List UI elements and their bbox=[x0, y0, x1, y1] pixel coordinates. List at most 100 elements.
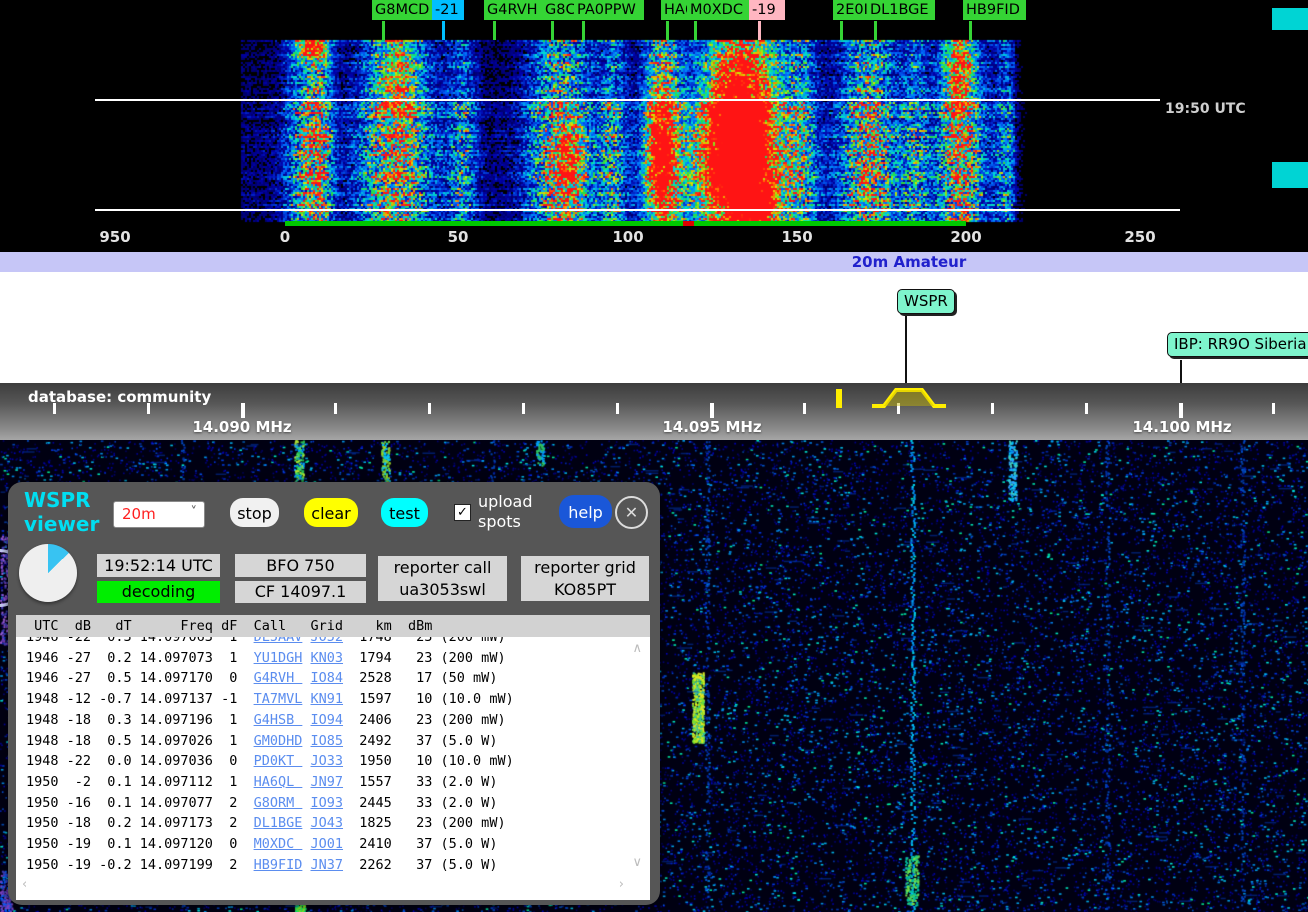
spot-row: 1946 -22 0.3 14.097063 1 DL5AAV JO52 174… bbox=[16, 637, 650, 648]
frequency-scale[interactable]: database: community 14.090 MHz14.095 MHz… bbox=[0, 383, 1308, 440]
chevron-down-icon: ˅ bbox=[191, 505, 198, 520]
spot-callsign-stem bbox=[442, 21, 445, 40]
spot-grid-link[interactable]: IO94 bbox=[311, 712, 344, 728]
frequency-tick bbox=[53, 403, 56, 414]
spot-callsign-stem bbox=[666, 21, 669, 40]
spot-grid-link[interactable]: IO85 bbox=[311, 733, 344, 749]
spot-call-link[interactable]: GM0DHD bbox=[254, 733, 303, 749]
spot-callsign-label[interactable]: G4RVH bbox=[484, 0, 542, 20]
spot-row: 1948 -18 0.3 14.097196 1 G4HSB IO94 2406… bbox=[16, 710, 650, 731]
spot-grid-link[interactable]: KN03 bbox=[311, 650, 344, 666]
spot-grid-link[interactable]: JO43 bbox=[311, 815, 344, 831]
band-label: 20m Amateur bbox=[852, 253, 967, 271]
scroll-right-icon[interactable]: › bbox=[619, 877, 624, 892]
frequency-tick bbox=[803, 403, 806, 414]
bfo-readout: BFO 750 bbox=[235, 554, 366, 577]
spot-call-link[interactable]: YU1DGH bbox=[254, 650, 303, 666]
hz-scale-label: 50 bbox=[448, 228, 469, 246]
hz-scale-label: 200 bbox=[950, 228, 981, 246]
spot-call-link[interactable]: HA6QL bbox=[254, 774, 303, 790]
ibp-bookmark-label[interactable]: IBP: RR9O Siberia bbox=[1167, 332, 1308, 357]
bookmark-tick[interactable] bbox=[836, 389, 842, 408]
scroll-up-icon[interactable]: ∧ bbox=[632, 641, 642, 656]
hz-scale-label: 0 bbox=[280, 228, 290, 246]
spot-callsign-label[interactable]: M0XDC bbox=[687, 0, 750, 20]
spot-callsign-label[interactable]: HA6 bbox=[661, 0, 690, 20]
frequency-tick bbox=[334, 403, 337, 414]
frequency-tick bbox=[147, 403, 150, 414]
spot-call-link[interactable]: G4HSB bbox=[254, 712, 303, 728]
close-icon[interactable]: ✕ bbox=[615, 496, 648, 529]
spot-callsign-label[interactable]: HB9FID bbox=[963, 0, 1026, 20]
spot-call-link[interactable]: G4RVH bbox=[254, 670, 303, 686]
spot-table: UTC dB dT Freq dF Call Grid km dBm 1946 … bbox=[16, 615, 650, 900]
spot-callsign-label[interactable]: G8MCD bbox=[372, 0, 435, 20]
band-select[interactable]: 20m ˅ bbox=[113, 501, 205, 528]
ibp-bookmark-stem bbox=[1180, 360, 1182, 383]
spot-call-link[interactable]: G8ORM bbox=[254, 795, 303, 811]
wspr-viewer-panel: WSPR viewer 20m ˅ stop clear test ✓ uplo… bbox=[8, 482, 660, 905]
spot-call-link[interactable]: M0XDC bbox=[254, 836, 303, 852]
kiwisdr-screen: G8MCD-21G4RVHG8CPA0PPWHA6M0XDC-192E0IDL1… bbox=[0, 0, 1308, 912]
spot-grid-link[interactable]: JO01 bbox=[311, 836, 344, 852]
spot-callsign-stem bbox=[969, 21, 972, 40]
right-edge-signal-block bbox=[1272, 162, 1308, 188]
spot-call-link[interactable]: DL1BGE bbox=[254, 815, 303, 831]
reporter-call-box: reporter call ua3053swl bbox=[378, 556, 507, 601]
panel-title-line1: WSPR bbox=[24, 488, 99, 512]
spot-grid-link[interactable]: KN91 bbox=[311, 691, 344, 707]
spot-grid-link[interactable]: JN37 bbox=[311, 857, 344, 873]
upload-spots-checkbox[interactable]: ✓ bbox=[454, 504, 471, 521]
panel-title: WSPR viewer bbox=[24, 488, 99, 536]
hz-scale-label: 250 bbox=[1124, 228, 1155, 246]
scroll-left-icon[interactable]: ‹ bbox=[22, 877, 27, 892]
wspr-decode-waterfall[interactable] bbox=[0, 0, 1308, 252]
spot-grid-link[interactable]: IO93 bbox=[311, 795, 344, 811]
spot-callsign-label[interactable]: DL1BGE bbox=[867, 0, 935, 20]
spot-call-link[interactable]: PD0KT bbox=[254, 753, 303, 769]
frequency-tick bbox=[991, 403, 994, 414]
spot-callsign-label[interactable]: PA0PPW bbox=[574, 0, 644, 20]
spot-call-link[interactable]: DL5AAV bbox=[254, 637, 303, 645]
spot-grid-link[interactable]: JO33 bbox=[311, 753, 344, 769]
decoding-status-badge: decoding bbox=[97, 581, 220, 603]
spot-grid-link[interactable]: JN97 bbox=[311, 774, 344, 790]
wspr-bookmark-label[interactable]: WSPR bbox=[897, 289, 955, 314]
reporter-grid-box: reporter grid KO85PT bbox=[521, 556, 649, 601]
utc-clock: 19:52:14 UTC bbox=[97, 554, 220, 577]
stop-button[interactable]: stop bbox=[230, 498, 279, 527]
passband-trapezoid[interactable] bbox=[866, 385, 956, 411]
frequency-tick bbox=[1085, 403, 1088, 414]
spot-callsign-stem bbox=[874, 21, 877, 40]
spot-call-link[interactable]: TA7MVL bbox=[254, 691, 303, 707]
right-edge-signal-block bbox=[1272, 8, 1308, 30]
band-select-value: 20m bbox=[122, 505, 156, 523]
spot-callsign-label[interactable]: -21 bbox=[432, 0, 464, 20]
frequency-label: 14.095 MHz bbox=[662, 418, 761, 436]
clear-button[interactable]: clear bbox=[304, 498, 358, 527]
spot-row: 1950 -18 0.2 14.097173 2 DL1BGE JO43 182… bbox=[16, 813, 650, 834]
band-bar: 20m Amateur bbox=[0, 252, 1308, 272]
spot-row: 1948 -22 0.0 14.097036 0 PD0KT JO33 1950… bbox=[16, 751, 650, 772]
spot-grid-link[interactable]: JO52 bbox=[311, 637, 344, 645]
help-button[interactable]: help bbox=[559, 495, 612, 528]
spot-callsign-label[interactable]: G8C bbox=[542, 0, 577, 20]
spot-row: 1950 -16 0.1 14.097077 2 G8ORM IO93 2445… bbox=[16, 793, 650, 814]
spot-row: 1948 -12 -0.7 14.097137 -1 TA7MVL KN91 1… bbox=[16, 689, 650, 710]
scroll-down-icon[interactable]: ∨ bbox=[632, 855, 642, 870]
spot-row: 1950 -19 -0.2 14.097199 2 HB9FID JN37 22… bbox=[16, 855, 650, 876]
panel-title-line2: viewer bbox=[24, 512, 99, 536]
marker-strip: WSPR IBP: RR9O Siberia bbox=[0, 272, 1308, 383]
spot-table-scroll-area[interactable]: 1946 -22 0.3 14.097063 1 DL5AAV JO52 174… bbox=[16, 637, 650, 900]
spot-call-link[interactable]: HB9FID bbox=[254, 857, 303, 873]
spot-grid-link[interactable]: IO84 bbox=[311, 670, 344, 686]
spot-callsign-label[interactable]: 2E0I bbox=[833, 0, 870, 20]
waterfall-timeline-upper bbox=[95, 99, 1160, 101]
spot-callsign-stem bbox=[551, 21, 554, 40]
frequency-tick bbox=[1272, 403, 1275, 414]
hz-scale-label: 150 bbox=[781, 228, 812, 246]
spot-callsign-label[interactable]: -19 bbox=[749, 0, 785, 20]
frequency-tick bbox=[522, 403, 525, 414]
test-button[interactable]: test bbox=[381, 498, 428, 527]
spot-row: 1948 -18 0.5 14.097026 1 GM0DHD IO85 249… bbox=[16, 731, 650, 752]
